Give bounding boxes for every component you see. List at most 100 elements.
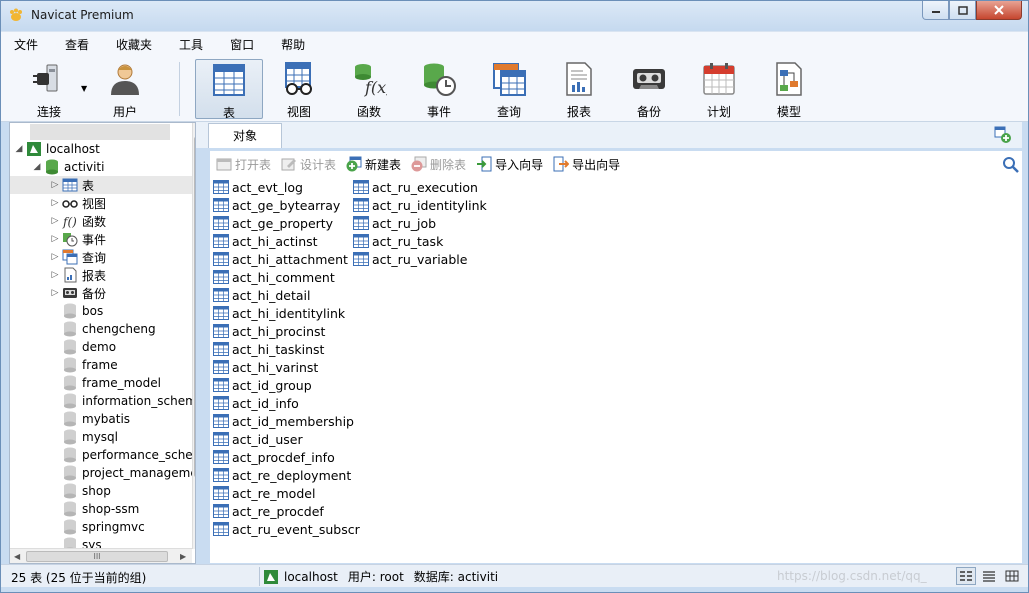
collapse-icon[interactable]: ◢ <box>14 144 24 154</box>
table-list-item[interactable]: act_ru_job <box>353 214 436 232</box>
table-list-item[interactable]: act_ru_event_subscr <box>213 520 360 538</box>
menu-window[interactable]: 窗口 <box>230 36 254 53</box>
expand-icon[interactable]: ▷ <box>50 252 60 262</box>
tree-database-item[interactable]: information_schema <box>50 392 195 410</box>
connect-dropdown-icon[interactable]: ▼ <box>81 84 87 93</box>
menu-favorites[interactable]: 收藏夹 <box>116 36 152 53</box>
backup-button[interactable]: 备份 <box>615 59 683 119</box>
table-list-item[interactable]: act_hi_attachment <box>213 250 348 268</box>
table-list-item[interactable]: act_hi_detail <box>213 286 310 304</box>
category-label: 表 <box>82 178 95 193</box>
tree-database-item[interactable]: project_management <box>50 464 195 482</box>
tree-category-queries[interactable]: ▷ 查询 <box>50 248 106 266</box>
tree-database-item[interactable]: demo <box>50 338 116 356</box>
tree-database-item[interactable]: frame_model <box>50 374 161 392</box>
table-list-item[interactable]: act_hi_taskinst <box>213 340 324 358</box>
menu-tools[interactable]: 工具 <box>179 36 203 53</box>
tree-database-item[interactable]: mysql <box>50 428 118 446</box>
user-button[interactable]: 用户 <box>91 59 159 119</box>
expand-icon[interactable]: ▷ <box>50 288 60 298</box>
table-list-item[interactable]: act_ge_property <box>213 214 333 232</box>
report-icon <box>566 62 592 96</box>
tree-horizontal-scrollbar[interactable]: ◀ III ▶ <box>10 548 192 563</box>
object-list[interactable]: act_evt_log act_ge_bytearray act_ge_proper… <box>210 177 1022 563</box>
minimize-button[interactable] <box>922 1 949 20</box>
function-button[interactable]: f(x) 函数 <box>335 59 403 119</box>
table-button[interactable]: 表 <box>195 59 263 120</box>
delete-table-button[interactable]: 删除表 <box>411 156 466 173</box>
collapse-icon[interactable]: ◢ <box>32 162 42 172</box>
new-tab-icon[interactable] <box>994 126 1012 144</box>
table-list-item[interactable]: act_procdef_info <box>213 448 335 466</box>
report-button[interactable]: 报表 <box>545 59 613 119</box>
menu-view[interactable]: 查看 <box>65 36 89 53</box>
table-list-item[interactable]: act_ge_bytearray <box>213 196 340 214</box>
tree-database-item[interactable]: shop-ssm <box>50 500 139 518</box>
view-button[interactable]: 视图 <box>265 59 333 119</box>
detail-view-button[interactable] <box>979 567 999 585</box>
expand-icon[interactable]: ▷ <box>50 216 60 226</box>
scroll-left-icon[interactable]: ◀ <box>14 552 20 561</box>
table-list-item[interactable]: act_hi_actinst <box>213 232 318 250</box>
tree-connection-localhost[interactable]: ◢ localhost <box>14 140 100 158</box>
tree-database-item[interactable]: performance_schema <box>50 446 195 464</box>
query-button[interactable]: 查询 <box>475 59 543 119</box>
list-view-button[interactable] <box>956 567 976 585</box>
tree-database-item[interactable]: shop <box>50 482 111 500</box>
menu-help[interactable]: 帮助 <box>281 36 305 53</box>
design-table-button[interactable]: 设计表 <box>281 156 336 173</box>
scroll-thumb[interactable]: III <box>26 551 168 562</box>
table-list-item[interactable]: act_id_membership <box>213 412 354 430</box>
title-bar[interactable]: Navicat Premium <box>1 1 1028 31</box>
tree-db-activiti[interactable]: ◢ activiti <box>32 158 104 176</box>
tab-objects[interactable]: 对象 <box>208 123 282 148</box>
expand-icon[interactable]: ▷ <box>50 198 60 208</box>
tree-database-item[interactable]: springmvc <box>50 518 145 536</box>
open-table-button[interactable]: 打开表 <box>216 156 271 173</box>
table-list-item[interactable]: act_hi_identitylink <box>213 304 345 322</box>
table-list-item[interactable]: act_id_group <box>213 376 312 394</box>
model-button[interactable]: 模型 <box>755 59 823 119</box>
tree-category-reports[interactable]: ▷ 报表 <box>50 266 106 284</box>
table-list-item[interactable]: act_ru_variable <box>353 250 467 268</box>
import-wizard-button[interactable]: 导入向导 <box>476 156 543 173</box>
tree-category-backups[interactable]: ▷ 备份 <box>50 284 106 302</box>
navigation-tree[interactable]: ◢ localhost ◢ activiti ▷ 表 ▷ 视图 ▷ f() 函数… <box>9 122 196 564</box>
new-table-button[interactable]: 新建表 <box>346 156 401 173</box>
table-list-item[interactable]: act_id_user <box>213 430 303 448</box>
tree-category-tables[interactable]: ▷ 表 <box>10 176 193 194</box>
maximize-button[interactable] <box>949 1 976 20</box>
tree-database-item[interactable]: frame <box>50 356 118 374</box>
tree-category-functions[interactable]: ▷ f() 函数 <box>50 212 106 230</box>
schedule-button[interactable]: 计划 <box>685 59 753 119</box>
expand-icon[interactable]: ▷ <box>50 180 60 190</box>
table-list-item[interactable]: act_hi_procinst <box>213 322 325 340</box>
table-list-item[interactable]: act_ru_execution <box>353 178 478 196</box>
tree-category-events[interactable]: ▷ 事件 <box>50 230 106 248</box>
connect-button[interactable]: 连接 <box>15 59 83 119</box>
tree-database-item[interactable]: bos <box>50 302 103 320</box>
tree-vertical-scrollbar[interactable]: ▲ ▼ <box>192 123 195 549</box>
table-list-item[interactable]: act_re_procdef <box>213 502 324 520</box>
er-view-button[interactable] <box>1002 567 1022 585</box>
export-wizard-button[interactable]: 导出向导 <box>553 156 620 173</box>
tree-database-item[interactable]: mybatis <box>50 410 130 428</box>
menu-file[interactable]: 文件 <box>14 36 38 53</box>
close-button[interactable] <box>976 1 1022 20</box>
table-list-item[interactable]: act_hi_comment <box>213 268 335 286</box>
tree-category-views[interactable]: ▷ 视图 <box>50 194 106 212</box>
scroll-right-icon[interactable]: ▶ <box>180 552 186 561</box>
expand-icon[interactable]: ▷ <box>50 234 60 244</box>
expand-icon[interactable]: ▷ <box>50 270 60 280</box>
search-icon[interactable] <box>1002 156 1020 174</box>
table-list-item[interactable]: act_re_deployment <box>213 466 351 484</box>
event-button[interactable]: 事件 <box>405 59 473 119</box>
tree-database-item[interactable]: chengcheng <box>50 320 156 338</box>
table-list-item[interactable]: act_hi_varinst <box>213 358 318 376</box>
scroll-thumb[interactable] <box>194 137 195 477</box>
table-list-item[interactable]: act_re_model <box>213 484 315 502</box>
table-list-item[interactable]: act_ru_identitylink <box>353 196 487 214</box>
table-list-item[interactable]: act_id_info <box>213 394 299 412</box>
table-list-item[interactable]: act_ru_task <box>353 232 443 250</box>
table-list-item[interactable]: act_evt_log <box>213 178 303 196</box>
